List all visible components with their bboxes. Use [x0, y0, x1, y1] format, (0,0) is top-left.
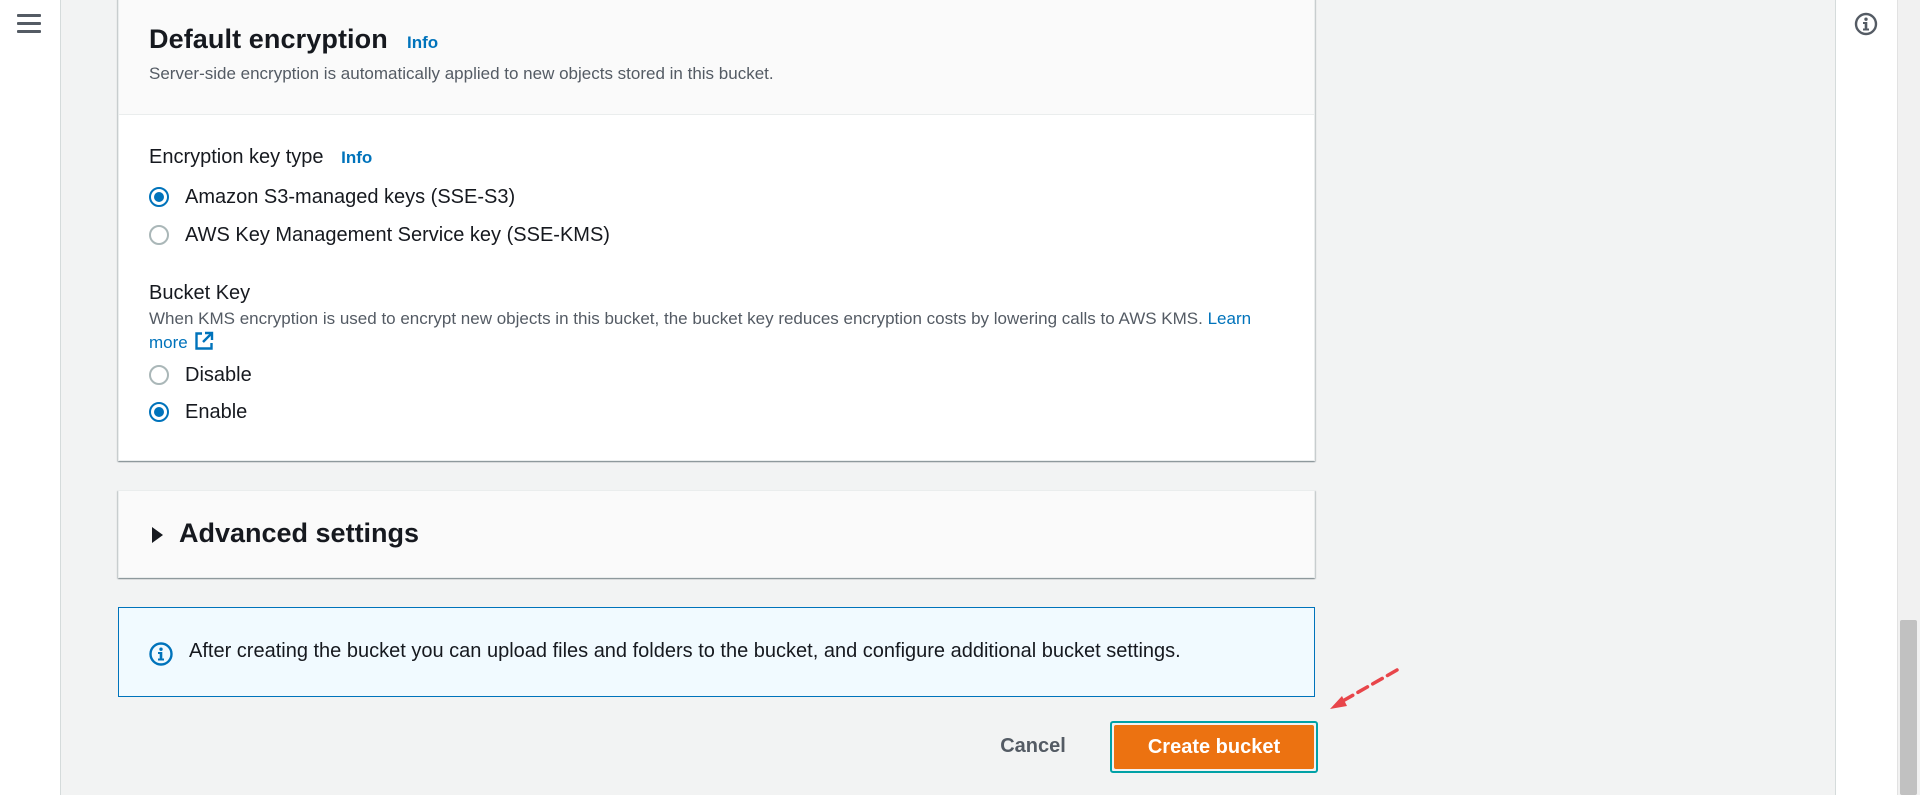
encryption-key-type-label: Encryption key type Info — [149, 146, 372, 169]
default-encryption-info-link[interactable]: Info — [407, 33, 438, 53]
bucket-key-description-text: When KMS encryption is used to encrypt n… — [149, 309, 1203, 328]
radio-enable-label: Enable — [185, 400, 248, 423]
section-description: Server-side encryption is automatically … — [149, 64, 774, 83]
advanced-settings-title: Advanced settings — [179, 518, 420, 548]
cancel-button[interactable]: Cancel — [984, 728, 1082, 764]
radio-bucket-key-enable[interactable]: Enable — [149, 398, 247, 426]
radio-sse-s3-label: Amazon S3-managed keys (SSE-S3) — [185, 185, 516, 208]
radio-button-checked[interactable] — [149, 187, 169, 207]
radio-button-checked[interactable] — [149, 402, 169, 422]
left-nav-rail — [0, 0, 61, 795]
info-circle-icon — [149, 642, 173, 666]
bucket-key-label: Bucket Key — [149, 282, 251, 304]
default-encryption-panel: Default encryption Info Server-side encr… — [118, 0, 1315, 461]
page-scrollbar-thumb[interactable] — [1900, 620, 1917, 795]
section-title: Default encryption — [149, 24, 388, 54]
hamburger-icon[interactable] — [17, 12, 42, 34]
bucket-key-description: When KMS encryption is used to encrypt n… — [149, 307, 1279, 354]
annotation-arrow-icon — [1330, 668, 1399, 709]
default-encryption-header: Default encryption Info Server-side encr… — [119, 0, 1314, 115]
radio-disable-label: Disable — [185, 363, 252, 386]
radio-sse-kms-label: AWS Key Management Service key (SSE-KMS) — [185, 223, 610, 246]
encryption-key-type-label-text: Encryption key type — [149, 146, 324, 168]
radio-button-unchecked[interactable] — [149, 365, 169, 385]
caret-right-icon[interactable] — [152, 527, 163, 543]
radio-button-unchecked[interactable] — [149, 225, 169, 245]
radio-bucket-key-disable[interactable]: Disable — [149, 361, 252, 389]
advanced-settings-expander[interactable]: Advanced settings — [118, 490, 1315, 578]
info-circle-icon[interactable] — [1853, 11, 1879, 37]
radio-sse-s3[interactable]: Amazon S3-managed keys (SSE-S3) — [149, 183, 515, 211]
create-bucket-button[interactable]: Create bucket — [1114, 725, 1314, 769]
info-alert: After creating the bucket you can upload… — [118, 607, 1315, 697]
info-alert-text: After creating the bucket you can upload… — [189, 640, 1181, 662]
external-link-icon[interactable] — [193, 330, 215, 352]
radio-sse-kms[interactable]: AWS Key Management Service key (SSE-KMS) — [149, 221, 610, 249]
encryption-key-type-info-link[interactable]: Info — [341, 148, 372, 167]
